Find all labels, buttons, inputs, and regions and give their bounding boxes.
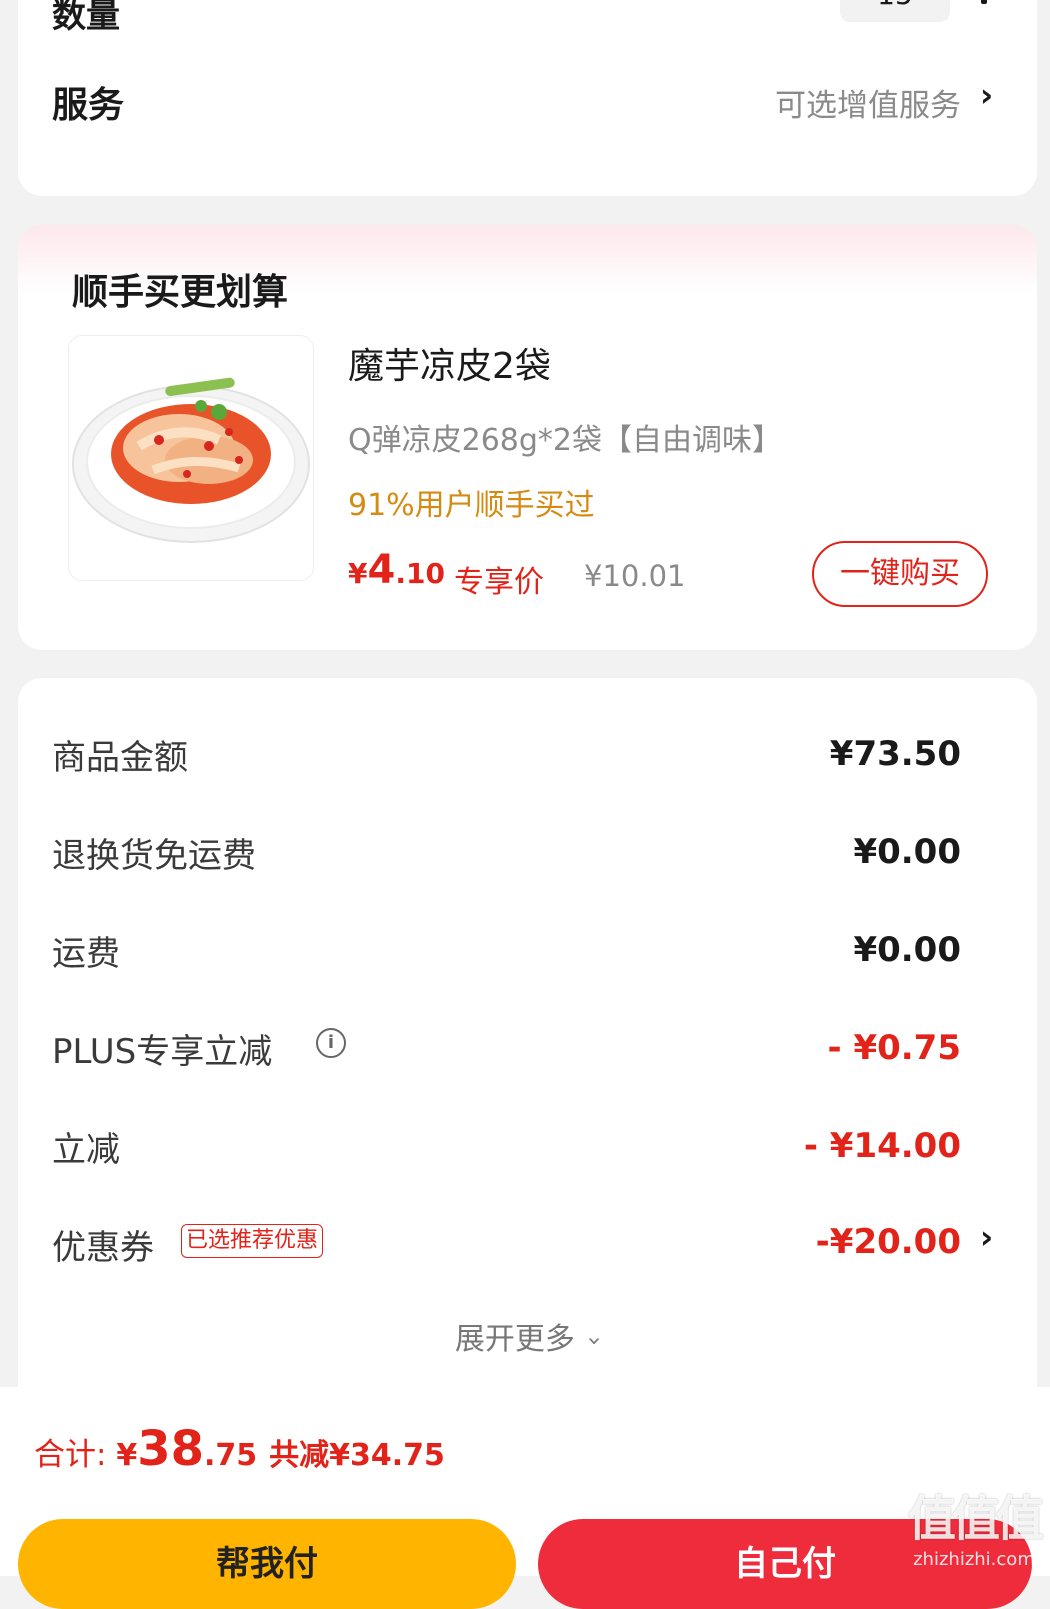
total-label: 合计: [34, 1437, 117, 1473]
quantity-input[interactable]: 15 [840, 0, 950, 22]
total-int: 38 [137, 1421, 204, 1477]
subtotal-label: 商品金额 [52, 738, 188, 778]
combo-price-tag: 专享价 [454, 565, 544, 600]
order-options-card: 数量 15 服务 可选增值服务 › [18, 0, 1037, 196]
coupon-value: -¥20.00 [815, 1222, 961, 1262]
return-shipping-label: 退换货免运费 [52, 836, 256, 876]
combo-original-price: ¥10.01 [584, 559, 686, 593]
quantity-label: 数量 [52, 0, 120, 36]
instant-discount-label: 立减 [52, 1130, 120, 1170]
combo-product-name[interactable]: 魔芋凉皮2袋 [348, 337, 551, 389]
combo-card: 顺手买更划算 魔芋凉皮2袋 Q弹凉皮268g*2袋【自由调味】 91%用户顺手买… [18, 225, 1037, 650]
shipping-value: ¥0.00 [853, 930, 961, 970]
coupon-recommended-badge: 已选推荐优惠 [181, 1224, 324, 1258]
service-label: 服务 [52, 85, 125, 126]
combo-price-int: 4 [367, 547, 396, 593]
total-saved: 共减¥34.75 [269, 1438, 445, 1473]
combo-price: ¥4.10 [348, 547, 445, 593]
info-icon[interactable]: i [316, 1028, 346, 1058]
noodle-dish-image [72, 377, 310, 543]
watermark-logo: 值值值 [907, 1491, 1044, 1547]
chevron-down-icon: › [581, 1336, 610, 1346]
watermark: 值值值 zhizhizhi.com [907, 1479, 1044, 1570]
combo-title: 顺手买更划算 [72, 272, 289, 313]
subtotal-value: ¥73.50 [829, 734, 961, 774]
coupon-label: 优惠券 [52, 1228, 154, 1268]
total-amount: 合计: ¥38.75 共减¥34.75 [34, 1421, 445, 1477]
plus-icon[interactable] [969, 0, 999, 4]
service-value: 可选增值服务 [775, 88, 961, 124]
return-shipping-value: ¥0.00 [853, 832, 961, 872]
combo-product-spec: Q弹凉皮268g*2袋【自由调味】 [348, 423, 783, 458]
friend-pay-button[interactable]: 帮我付 [18, 1519, 516, 1609]
total-currency: ¥ [116, 1438, 138, 1473]
chevron-right-icon: › [980, 76, 994, 114]
watermark-text: zhizhizhi.com [913, 1549, 1035, 1570]
price-summary-card: 商品金额 ¥73.50 退换货免运费 ¥0.00 运费 ¥0.00 PLUS专享… [18, 678, 1037, 1458]
total-dec: .75 [203, 1438, 258, 1473]
checkout-bar: 合计: ¥38.75 共减¥34.75 帮我付 自己付 值值值 zhizhizhi… [0, 1387, 1050, 1609]
plus-discount-label: PLUS专享立减 [52, 1032, 273, 1072]
plus-discount-value: - ¥0.75 [827, 1028, 962, 1068]
product-image[interactable] [68, 335, 314, 581]
expand-more-label: 展开更多 [454, 1322, 575, 1357]
shipping-label: 运费 [52, 934, 120, 974]
combo-price-currency: ¥ [348, 557, 368, 590]
combo-purchase-rate: 91%用户顺手买过 [348, 488, 595, 523]
expand-more-button[interactable]: 展开更多 › [18, 1314, 1037, 1358]
chevron-right-icon: › [980, 1218, 994, 1256]
combo-price-dec: .10 [395, 557, 445, 590]
instant-discount-value: - ¥14.00 [803, 1126, 961, 1166]
one-click-buy-button[interactable]: 一键购买 [812, 541, 988, 607]
